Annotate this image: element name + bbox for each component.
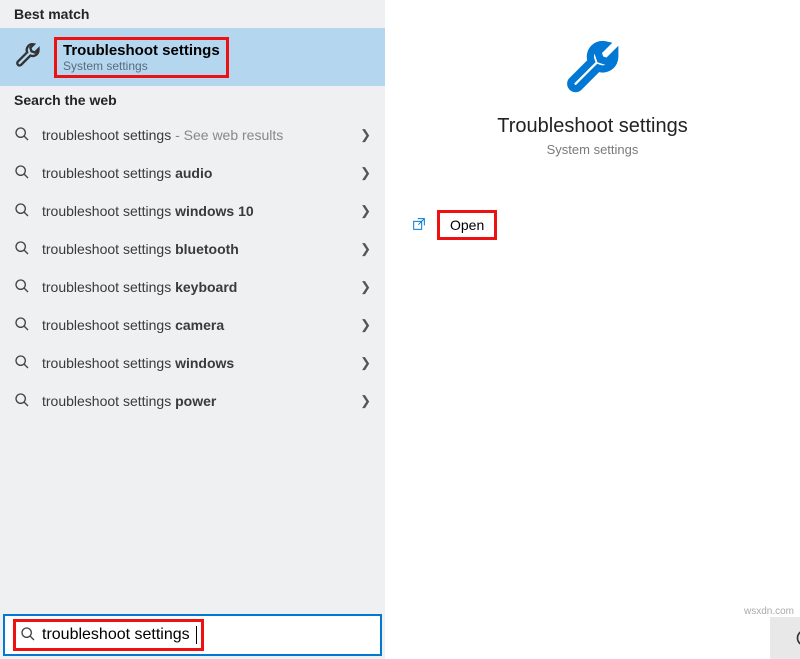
taskbar: W xyxy=(770,617,800,659)
web-result-item[interactable]: troubleshoot settings bluetooth ❯ xyxy=(0,230,385,268)
search-icon xyxy=(14,354,30,373)
web-result-item[interactable]: troubleshoot settings windows 10 ❯ xyxy=(0,192,385,230)
chevron-right-icon[interactable]: ❯ xyxy=(360,241,371,257)
preview-title: Troubleshoot settings xyxy=(385,115,800,138)
search-icon xyxy=(14,316,30,335)
web-result-item[interactable]: troubleshoot settings power ❯ xyxy=(0,382,385,420)
search-icon xyxy=(14,240,30,259)
web-result-label: troubleshoot settings audio xyxy=(42,165,348,181)
search-icon xyxy=(14,164,30,183)
search-box-highlight: troubleshoot settings xyxy=(13,619,204,651)
best-match-header: Best match xyxy=(0,0,385,28)
web-result-label: troubleshoot settings bluetooth xyxy=(42,241,348,257)
chevron-right-icon[interactable]: ❯ xyxy=(360,393,371,409)
search-icon xyxy=(14,126,30,145)
web-result-label: troubleshoot settings windows 10 xyxy=(42,203,348,219)
chevron-right-icon[interactable]: ❯ xyxy=(360,127,371,143)
preview-subtitle: System settings xyxy=(385,142,800,157)
watermark: wsxdn.com xyxy=(744,606,794,617)
web-result-label: troubleshoot settings keyboard xyxy=(42,279,348,295)
search-results-panel: Best match Troubleshoot settings System … xyxy=(0,0,385,659)
open-label: Open xyxy=(437,210,497,240)
web-result-item[interactable]: troubleshoot settings camera ❯ xyxy=(0,306,385,344)
preview-panel: Troubleshoot settings System settings Op… xyxy=(385,0,800,659)
web-result-item[interactable]: troubleshoot settings audio ❯ xyxy=(0,154,385,192)
best-match-result[interactable]: Troubleshoot settings System settings xyxy=(0,28,385,86)
web-result-label: troubleshoot settings power xyxy=(42,393,348,409)
open-action[interactable]: Open xyxy=(411,207,800,243)
web-result-label: troubleshoot settings windows xyxy=(42,355,348,371)
web-result-label: troubleshoot settings - See web results xyxy=(42,127,348,143)
best-match-text-highlight: Troubleshoot settings System settings xyxy=(54,37,229,78)
search-icon xyxy=(20,626,36,645)
wrench-icon xyxy=(564,85,622,101)
best-match-title: Troubleshoot settings xyxy=(63,42,220,59)
web-result-label: troubleshoot settings camera xyxy=(42,317,348,333)
web-result-item[interactable]: troubleshoot settings windows ❯ xyxy=(0,344,385,382)
chevron-right-icon[interactable]: ❯ xyxy=(360,203,371,219)
web-result-item[interactable]: troubleshoot settings - See web results ❯ xyxy=(0,116,385,154)
search-box[interactable]: troubleshoot settings xyxy=(3,614,382,656)
text-cursor xyxy=(196,626,197,644)
open-icon xyxy=(411,216,427,235)
best-match-subtitle: System settings xyxy=(63,59,220,73)
search-icon xyxy=(14,202,30,221)
chevron-right-icon[interactable]: ❯ xyxy=(360,279,371,295)
search-input-value: troubleshoot settings xyxy=(42,626,190,644)
web-results-list: troubleshoot settings - See web results ❯… xyxy=(0,114,385,420)
web-result-item[interactable]: troubleshoot settings keyboard ❯ xyxy=(0,268,385,306)
search-icon xyxy=(14,392,30,411)
chevron-right-icon[interactable]: ❯ xyxy=(360,317,371,333)
wrench-icon xyxy=(14,42,42,73)
search-web-header: Search the web xyxy=(0,86,385,114)
chevron-right-icon[interactable]: ❯ xyxy=(360,165,371,181)
cortana-icon[interactable] xyxy=(792,625,800,651)
chevron-right-icon[interactable]: ❯ xyxy=(360,355,371,371)
search-icon xyxy=(14,278,30,297)
